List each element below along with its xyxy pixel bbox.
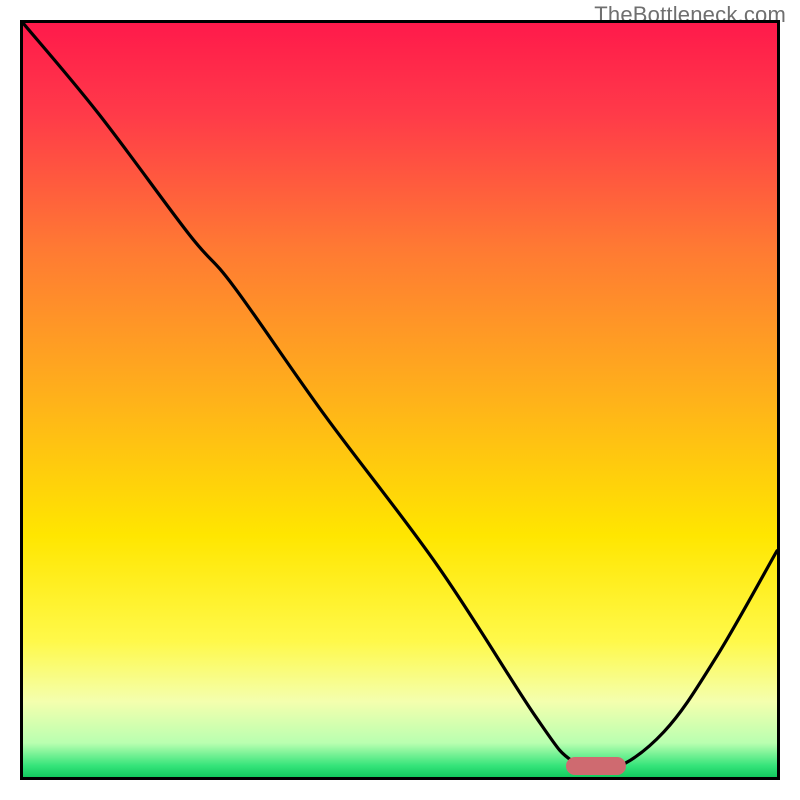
chart-frame — [20, 20, 780, 780]
chart-svg — [23, 23, 777, 777]
optimal-marker — [566, 757, 626, 775]
bottleneck-curve-path — [23, 23, 777, 772]
